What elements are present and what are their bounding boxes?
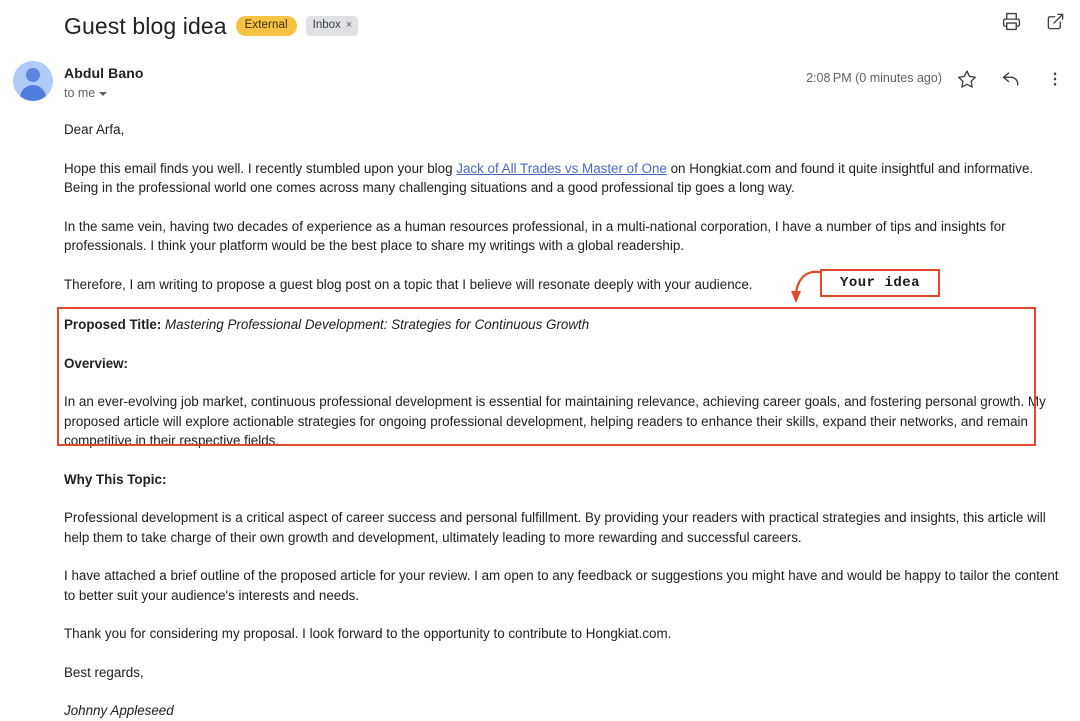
closing: Best regards, — [64, 664, 144, 680]
paragraph-experience: In the same vein, having two decades of … — [64, 218, 1006, 254]
email-body: Dear Arfa, Hope this email finds you wel… — [0, 110, 1080, 721]
label-chip-inbox[interactable]: Inbox × — [305, 16, 359, 36]
proposed-title-label: Proposed Title: — [64, 317, 162, 332]
print-icon[interactable] — [1000, 10, 1022, 32]
reply-icon[interactable] — [1000, 68, 1022, 90]
blog-link[interactable]: Jack of All Trades vs Master of One — [456, 161, 667, 176]
annotation-your-idea: Your idea — [820, 269, 940, 297]
star-icon[interactable] — [956, 68, 978, 90]
label-chip-inbox-text: Inbox — [312, 19, 341, 31]
proposed-title-line: Proposed Title: Mastering Professional D… — [64, 315, 1064, 335]
avatar-body — [20, 85, 46, 101]
salutation: Dear Arfa, — [64, 122, 125, 137]
overview-text: In an ever-evolving job market, continuo… — [64, 394, 1046, 448]
why-this-topic-heading: Why This Topic: — [64, 471, 167, 487]
mail-header: Guest blog idea External Inbox × — [0, 0, 1080, 54]
sender-row: Abdul Bano to me 2:08 PM (0 minutes ago) — [0, 61, 1080, 110]
header-actions — [1000, 10, 1066, 32]
recipient-label: to me — [64, 86, 96, 100]
signature: Johnny Appleseed — [64, 703, 174, 718]
recipient-line[interactable]: to me — [64, 85, 1080, 101]
status-badge-external: External — [235, 16, 297, 36]
why-this-topic-text: Professional development is a critical a… — [64, 510, 1046, 545]
more-vertical-icon[interactable] — [1044, 68, 1066, 90]
paragraph-outline: I have attached a brief outline of the p… — [64, 568, 1059, 603]
email-viewer: { "header": { "subject": "Guest blog ide… — [0, 0, 1080, 718]
subject-row: Guest blog idea External Inbox × — [0, 8, 1080, 44]
avatar — [13, 61, 53, 101]
paragraph-intro-pre: Hope this email finds you well. I recent… — [64, 160, 457, 176]
chevron-down-icon[interactable] — [99, 92, 108, 96]
timestamp: 2:08 PM (0 minutes ago) — [806, 71, 942, 85]
page-title: Guest blog idea — [64, 13, 227, 39]
close-icon[interactable]: × — [346, 20, 352, 31]
proposal-details: Proposed Title: Mastering Professional D… — [64, 311, 1064, 451]
open-in-new-icon[interactable] — [1044, 10, 1066, 32]
paragraph-thanks: Thank you for considering my proposal. I… — [64, 626, 672, 641]
overview-heading: Overview: — [64, 355, 129, 371]
avatar-head — [26, 68, 40, 82]
annotation-label: Your idea — [839, 275, 921, 291]
sender-actions — [956, 68, 1066, 90]
paragraph-intro: Hope this email finds you well. I recent… — [64, 159, 1064, 198]
proposed-title-value: Mastering Professional Development: Stra… — [161, 317, 590, 332]
